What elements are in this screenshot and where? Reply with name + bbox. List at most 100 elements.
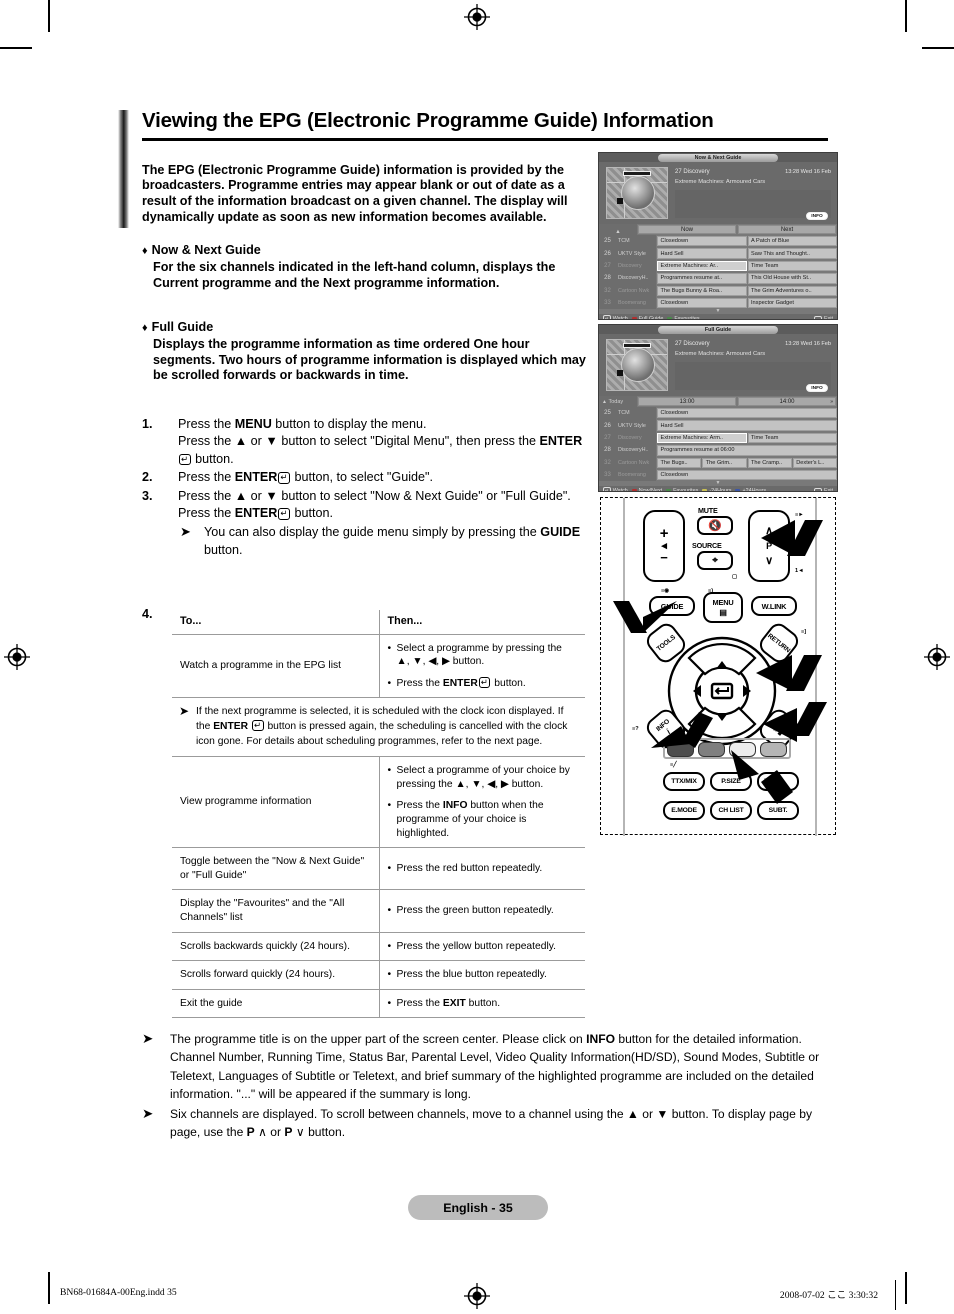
epg-footer-color-dot [702, 488, 708, 491]
teletext-tag-icon: ▢ [732, 574, 738, 580]
epg-programme-cell[interactable]: Programmes resume at 06:00 [657, 445, 837, 456]
epg-footer-item[interactable]: -24Hours [702, 488, 731, 491]
epg-channel-number: 25 [599, 407, 616, 420]
epg-footer-label: Full Guide [638, 316, 664, 320]
epg-row[interactable]: 32 Cartoon Nwk The Bugs.. The Grim.. The Cra… [599, 456, 837, 469]
epg-row[interactable]: 27 Discovery Extreme Machines: Arm.. Time T… [599, 431, 837, 445]
scroll-up-arrow-icon[interactable]: ▲ [599, 224, 637, 235]
table-cell-then: • Select a programme by pressing the ▲, ▼… [379, 634, 585, 699]
table-cell-then: • Press the blue button repeatedly. [379, 960, 585, 990]
epg-row[interactable]: 28 DiscoveryH.. Programmes resume at 06:00 [599, 444, 837, 457]
epg-grid: ▲ Today 13:00 14:00» 25 TCM Closedown 26 UKT… [599, 396, 837, 487]
table-row: Watch a programme in the EPG list • Selec… [172, 634, 585, 699]
note-arrow-icon: ➤ [180, 524, 191, 540]
epg-title: Full Guide [658, 326, 778, 334]
wlink-label: W.LINK [761, 601, 787, 611]
ttxmix-label: TTX/MIX [671, 778, 697, 785]
epg-programme-cell[interactable]: The Grim.. [702, 457, 747, 468]
epg-cell-next[interactable]: The Grim Adventures o.. [747, 285, 837, 296]
epg-channel-number: 28 [599, 444, 616, 457]
epg-footer-color-dot [667, 316, 673, 319]
epg-footer-color-dot [631, 488, 637, 491]
menu-icon: ▤ [719, 608, 727, 617]
epg-programme-cell[interactable]: Closedown [657, 469, 837, 481]
epg-cell-now[interactable]: Closedown [657, 297, 747, 309]
epg-row[interactable]: 27 Discovery Extreme Machines: Ar.. Time Te… [599, 259, 837, 273]
epg-programme-cell[interactable]: Time Team [747, 432, 837, 444]
epg-titlebar: Full Guide [599, 325, 837, 334]
epg-cell-now[interactable]: Hard Sell [657, 248, 747, 259]
epg-cell-now[interactable]: Closedown [657, 236, 747, 247]
epg-clock: 13:28 Wed 16 Feb [785, 169, 831, 175]
registration-mark-right [924, 644, 950, 670]
epg-footer-item[interactable]: Now/Next [631, 488, 663, 492]
epg-footer-item[interactable]: Favourites [667, 316, 700, 319]
epg-cell-next[interactable]: Saw This and Thought.. [747, 248, 837, 259]
epg-row[interactable]: 25 TCM Closedown A Patch of Blue [599, 235, 837, 248]
epg-footer-item[interactable]: Full Guide [631, 316, 664, 320]
epg-footer-item[interactable]: ← Exit [813, 487, 833, 492]
epg-row[interactable]: 28 DiscoveryH.. Programmes resume at.. This… [599, 272, 837, 285]
menu-button[interactable]: MENU ▤ [703, 592, 743, 623]
epg-footer-item[interactable]: ← Exit [813, 315, 833, 319]
test-card-thumbnail [606, 167, 668, 219]
exit-key-icon: ← [813, 487, 822, 491]
page-header: Viewing the EPG (Electronic Programme Gu… [118, 109, 828, 228]
epg-programme-cell[interactable]: Hard Sell [657, 420, 837, 431]
crop-mark-top-left-h [0, 47, 32, 49]
source-label: SOURCE [692, 541, 722, 550]
epg-programme-cell[interactable]: Closedown [657, 408, 837, 419]
epg-row[interactable]: 32 Cartoon Nwk The Bugs Bunny & Roa.. The G… [599, 284, 837, 297]
epg-channel-name: Discovery [616, 431, 656, 445]
epg-programme-cell[interactable]: Extreme Machines: Arm.. [657, 432, 747, 444]
crop-mark-bottom-right-v [905, 1272, 907, 1304]
epg-cell-now[interactable]: Extreme Machines: Ar.. [657, 260, 747, 272]
epg-row[interactable]: 25 TCM Closedown [599, 407, 837, 420]
table-row: Scrolls backwards quickly (24 hours). • P… [172, 932, 585, 962]
epg-cell-next[interactable]: Time Team [747, 260, 837, 272]
epg-row[interactable]: 26 UKTV Style Hard Sell [599, 419, 837, 432]
epg-cell-now[interactable]: Programmes resume at.. [657, 273, 747, 284]
epg-cell-next[interactable]: Inspector Gadget [747, 297, 837, 309]
title-accent-bar [118, 110, 129, 228]
epg-footer-item[interactable]: ↵ Watch [603, 315, 628, 319]
mute-button[interactable]: 🔇 [697, 516, 733, 535]
bullet-dot-icon: • [387, 862, 392, 874]
emode-button[interactable]: E.MODE [663, 801, 705, 820]
source-button[interactable]: ⌖ [697, 551, 733, 570]
ttxmix-button[interactable]: TTX/MIX [663, 772, 705, 791]
epg-footer-item[interactable]: Favourites [666, 488, 698, 491]
epg-cell-next[interactable]: A Patch of Blue [747, 236, 837, 247]
table-cell-to: Exit the guide [172, 989, 380, 1019]
epg-cell-next[interactable]: This Old House with St.. [747, 273, 837, 284]
list-item: • Press the EXIT button. [387, 997, 501, 1009]
epg-footer-label: +24Hours [742, 488, 767, 492]
epg-programme-cell[interactable]: The Bugs.. [657, 457, 702, 468]
epg-channel-number: 27 [599, 431, 616, 445]
table-row: Toggle between the "Now & Next Guide" or… [172, 847, 585, 891]
bullet-dot-icon: • [387, 997, 392, 1009]
next-hour-arrow-icon[interactable]: » [830, 399, 833, 405]
epg-channel-name: TCM [616, 235, 656, 248]
registration-mark-left [4, 644, 30, 670]
bullet-dot-icon: • [387, 765, 392, 777]
list-item: • Press the red button repeatedly. [387, 862, 543, 874]
bullet-dot-icon: • [387, 905, 392, 917]
epg-programme-cell[interactable]: Dexter's L.. [792, 457, 837, 468]
epg-footer-item[interactable]: ↵ Watch [603, 487, 628, 491]
epg-footer-label: Now/Next [638, 488, 663, 492]
step-line: Press the ▲ or ▼ button to select "Now &… [178, 488, 571, 503]
volume-button[interactable]: + ◂ − [643, 510, 685, 582]
epg-row[interactable]: 26 UKTV Style Hard Sell Saw This and Though… [599, 247, 837, 260]
epg-cell-now[interactable]: The Bugs Bunny & Roa.. [657, 285, 747, 296]
wlink-button[interactable]: W.LINK [751, 596, 797, 616]
epg-channel-name: UKTV Style [616, 419, 656, 432]
bullet-dot-icon: • [387, 677, 392, 689]
epg-footer-label: Exit [824, 488, 833, 492]
epg-grid-header: ▲ Now Next [599, 224, 837, 235]
epg-preview-panel: 27 Discovery 13:28 Wed 16 Feb Extreme Ma… [599, 334, 837, 396]
epg-footer-item[interactable]: +24Hours [735, 488, 767, 492]
epg-channel-number: 33 [599, 296, 616, 310]
epg-programme-cell[interactable]: The Cramp.. [747, 457, 792, 468]
teletext-tag-icon: ≡? [632, 726, 639, 732]
